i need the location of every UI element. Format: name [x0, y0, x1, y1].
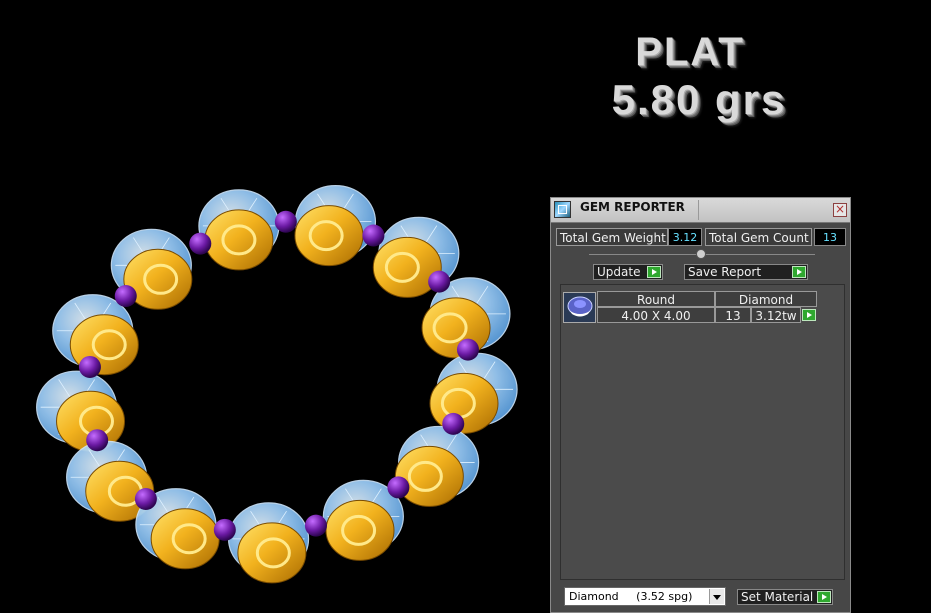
gem-thumbnail[interactable] [563, 292, 596, 323]
close-button[interactable]: × [833, 203, 847, 217]
gem-size-cell: 4.00 X 4.00 [597, 307, 715, 323]
gold-collet [394, 445, 464, 507]
metal-type-label: PLAT [635, 30, 745, 74]
purple-prong [134, 487, 157, 510]
gem-setting [294, 185, 377, 267]
gold-collet [294, 205, 364, 267]
purple-prong [428, 270, 451, 293]
purple-prong [78, 355, 101, 378]
gem-setting [36, 370, 126, 452]
gold-collet [237, 522, 307, 584]
column-header-shape: Round [597, 291, 715, 307]
gem-weight-cell: 3.12tw [751, 307, 801, 323]
total-gem-count-label: Total Gem Count [705, 228, 812, 246]
round-gem-icon [567, 296, 593, 317]
material-select[interactable]: Diamond (3.52 spg) [564, 587, 726, 606]
row-play-icon[interactable] [802, 309, 816, 321]
update-button[interactable]: Update [593, 264, 663, 280]
title-separator [698, 200, 699, 220]
set-material-button[interactable]: Set Material [737, 589, 833, 605]
purple-prong [114, 285, 137, 308]
panel-title-bar[interactable]: GEM REPORTER × [551, 198, 850, 223]
gold-collet [421, 297, 491, 359]
total-gem-count-value: 13 [814, 228, 846, 246]
metal-weight-label: 5.80 grs [611, 76, 787, 123]
gold-collet [204, 209, 274, 271]
gem-setting [227, 502, 310, 584]
gem-count-cell: 13 [715, 307, 751, 323]
purple-prong [304, 514, 327, 537]
panel-title: GEM REPORTER [580, 200, 685, 214]
play-icon [817, 591, 831, 603]
save-report-button-label: Save Report [688, 265, 762, 279]
total-gem-weight-value: 3.12 [668, 228, 702, 246]
gold-collet [150, 508, 220, 570]
set-material-button-label: Set Material [741, 590, 814, 604]
update-button-label: Update [597, 265, 641, 279]
play-icon [792, 266, 806, 278]
purple-prong [456, 338, 479, 361]
material-select-value: Diamond (3.52 spg) [569, 590, 693, 603]
gold-collet [325, 499, 395, 561]
play-icon [647, 266, 661, 278]
gem-reporter-panel: GEM REPORTER × Total Gem Weight 3.12 Tot… [550, 197, 851, 613]
gem-reporter-icon [554, 201, 571, 218]
gem-setting [394, 425, 480, 507]
purple-prong [86, 429, 109, 452]
save-report-button[interactable]: Save Report [684, 264, 808, 280]
purple-prong [189, 232, 212, 255]
gem-setting [198, 189, 280, 271]
gem-list[interactable]: Round Diamond 4.00 X 4.00 13 3.12tw [560, 284, 845, 580]
purple-prong [387, 476, 410, 499]
column-header-material: Diamond [715, 291, 817, 307]
total-gem-weight-label: Total Gem Weight [556, 228, 668, 246]
purple-prong [442, 412, 465, 435]
purple-prong [274, 210, 297, 233]
splitter-handle[interactable] [696, 249, 706, 259]
eternity-ring-model [36, 185, 518, 584]
chevron-down-icon[interactable] [709, 589, 724, 604]
purple-prong [213, 518, 236, 541]
purple-prong [362, 224, 385, 247]
